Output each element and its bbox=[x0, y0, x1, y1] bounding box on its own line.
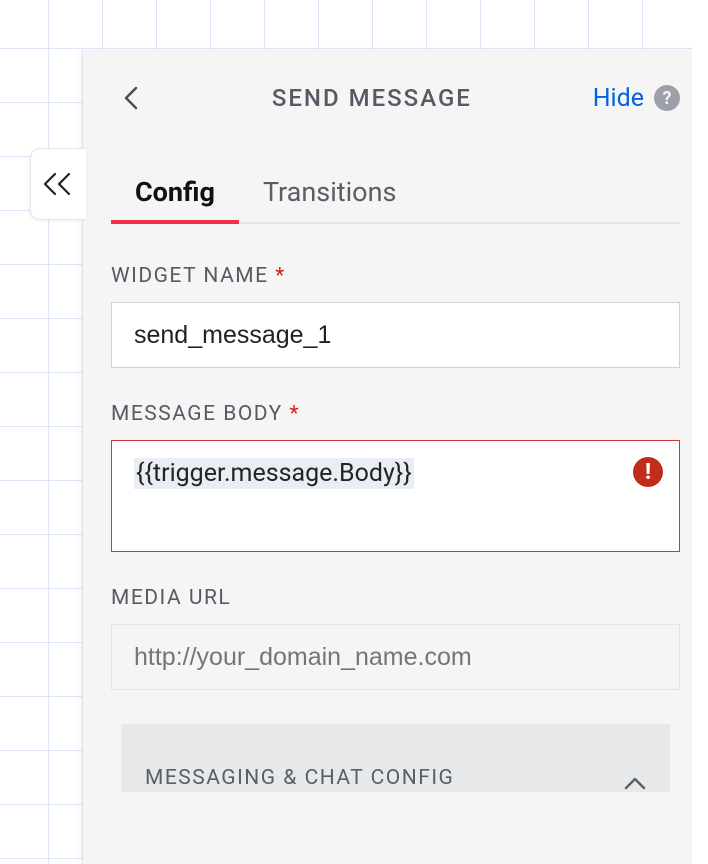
messaging-chat-config-accordion[interactable]: MESSAGING & CHAT CONFIG bbox=[121, 724, 670, 792]
panel-header: SEND MESSAGE Hide ? bbox=[83, 50, 708, 146]
collapse-panel-button[interactable] bbox=[30, 148, 86, 220]
panel-title: SEND MESSAGE bbox=[151, 84, 593, 112]
required-mark-icon: * bbox=[275, 264, 286, 288]
required-mark-icon: * bbox=[289, 402, 300, 426]
message-body-label: MESSAGE BODY * bbox=[111, 402, 680, 426]
media-url-label: MEDIA URL bbox=[111, 586, 680, 610]
field-media-url: MEDIA URL bbox=[111, 586, 680, 690]
help-icon[interactable]: ? bbox=[654, 85, 680, 111]
widget-name-label: WIDGET NAME * bbox=[111, 264, 680, 288]
error-icon: ! bbox=[633, 457, 663, 487]
accordion-title: MESSAGING & CHAT CONFIG bbox=[145, 766, 454, 790]
chevron-left-icon bbox=[124, 86, 138, 110]
right-edge bbox=[692, 0, 708, 864]
config-form: WIDGET NAME * MESSAGE BODY * {{trigger.m… bbox=[83, 224, 708, 792]
message-body-value: {{trigger.message.Body}} bbox=[134, 458, 414, 489]
tab-transitions[interactable]: Transitions bbox=[239, 176, 420, 222]
tab-bar: Config Transitions bbox=[111, 176, 680, 224]
chevron-up-icon bbox=[624, 776, 646, 790]
field-message-body: MESSAGE BODY * {{trigger.message.Body}} … bbox=[111, 402, 680, 552]
message-body-input[interactable]: {{trigger.message.Body}} ! bbox=[111, 440, 680, 552]
double-chevron-left-icon bbox=[43, 170, 75, 198]
message-body-label-text: MESSAGE BODY bbox=[111, 402, 283, 426]
media-url-input[interactable] bbox=[111, 624, 680, 690]
widget-name-label-text: WIDGET NAME bbox=[111, 264, 269, 288]
tab-config[interactable]: Config bbox=[111, 176, 239, 222]
widget-config-panel: SEND MESSAGE Hide ? Config Transitions W… bbox=[82, 50, 708, 864]
widget-name-input[interactable] bbox=[111, 302, 680, 368]
field-widget-name: WIDGET NAME * bbox=[111, 264, 680, 368]
hide-link[interactable]: Hide bbox=[593, 84, 644, 113]
back-button[interactable] bbox=[111, 78, 151, 118]
